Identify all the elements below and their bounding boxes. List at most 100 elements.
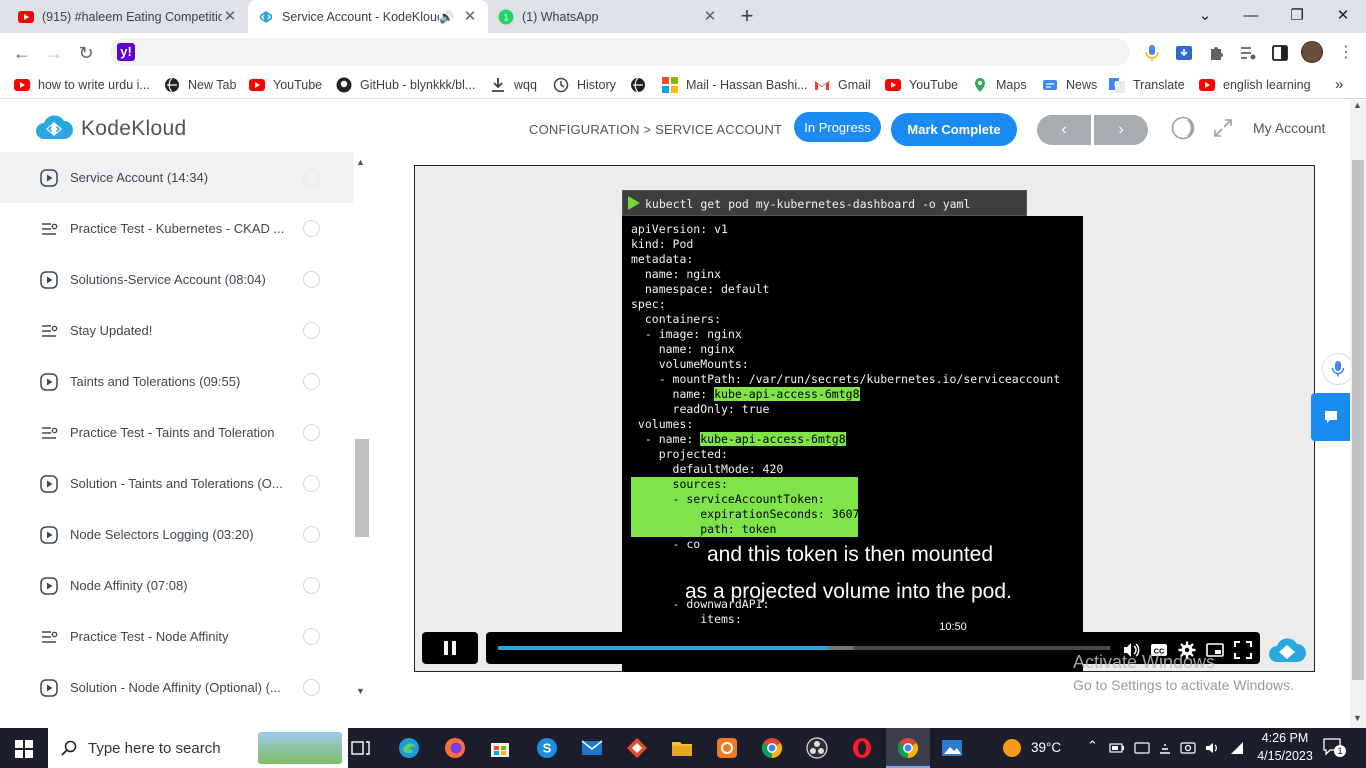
camera-icon[interactable] xyxy=(1180,740,1196,756)
tray-chevron-icon[interactable]: ⌃ xyxy=(1087,738,1098,754)
lesson-status-circle[interactable] xyxy=(303,475,320,492)
bookmark-item[interactable]: Gmail xyxy=(814,76,871,94)
scroll-down-arrow[interactable]: ▼ xyxy=(356,686,365,696)
lesson-item[interactable]: Service Account (14:34) xyxy=(0,152,353,203)
extensions-icon[interactable] xyxy=(1207,44,1225,62)
bookmark-item[interactable]: G Translate xyxy=(1109,76,1185,94)
minimize-button[interactable]: — xyxy=(1241,6,1261,26)
onedrive-icon[interactable] xyxy=(1134,741,1150,755)
fullscreen-icon[interactable] xyxy=(1213,118,1233,138)
lesson-status-circle[interactable] xyxy=(303,169,320,186)
skype-icon[interactable]: S xyxy=(535,736,559,760)
page-scrollbar-thumb[interactable] xyxy=(1352,160,1364,680)
close-tab-icon[interactable]: ✕ xyxy=(462,8,478,25)
lesson-status-circle[interactable] xyxy=(303,220,320,237)
tab-youtube[interactable]: (915) #haleem Eating Competitio ✕ xyxy=(8,0,248,33)
tab-kodekloud[interactable]: Service Account - KodeKloud 🔊 ✕ xyxy=(248,0,488,33)
chat-widget-button[interactable] xyxy=(1311,393,1350,441)
bookmark-item[interactable]: YouTube xyxy=(249,76,322,94)
network-icon[interactable] xyxy=(1157,740,1173,756)
tab-search-icon[interactable]: ⌄ xyxy=(1195,6,1215,26)
kodekloud-logo[interactable]: KodeKloud xyxy=(34,113,186,145)
file-explorer-icon[interactable] xyxy=(670,736,694,760)
next-lesson-button[interactable]: › xyxy=(1094,115,1148,145)
lesson-status-circle[interactable] xyxy=(303,322,320,339)
previous-lesson-button[interactable]: ‹ xyxy=(1037,115,1091,145)
lesson-item[interactable]: Stay Updated! xyxy=(0,305,353,356)
lesson-status-circle[interactable] xyxy=(303,373,320,390)
bookmark-item[interactable] xyxy=(630,76,654,94)
orange-app-icon[interactable] xyxy=(715,736,739,760)
mail-icon[interactable] xyxy=(580,736,604,760)
lesson-status-circle[interactable] xyxy=(303,526,320,543)
reload-button[interactable]: ↻ xyxy=(75,42,97,64)
wifi-icon[interactable] xyxy=(1229,740,1245,756)
page-scroll-down-arrow[interactable]: ▼ xyxy=(1353,713,1362,723)
seek-bar[interactable] xyxy=(498,646,1110,650)
speaker-tray-icon[interactable] xyxy=(1204,740,1220,756)
new-tab-button[interactable]: + xyxy=(737,5,757,27)
lesson-status-circle[interactable] xyxy=(303,679,320,696)
firefox-icon[interactable] xyxy=(443,736,467,760)
lesson-status-circle[interactable] xyxy=(303,424,320,441)
bookmark-item[interactable]: New Tab xyxy=(164,76,236,94)
download-extension-icon[interactable] xyxy=(1175,44,1193,62)
pause-button[interactable] xyxy=(422,632,478,664)
lesson-item[interactable]: Practice Test - Kubernetes - CKAD ... xyxy=(0,203,353,254)
weather-sun-icon[interactable] xyxy=(1002,738,1022,758)
media-controls-icon[interactable] xyxy=(1239,44,1257,62)
in-progress-badge[interactable]: In Progress xyxy=(794,112,881,142)
close-tab-icon[interactable]: ✕ xyxy=(222,8,238,25)
windows-start-icon[interactable] xyxy=(15,740,33,758)
bookmark-item[interactable]: History xyxy=(553,76,616,94)
obs-icon[interactable] xyxy=(805,736,829,760)
back-button[interactable]: ← xyxy=(11,42,33,64)
forward-button[interactable]: → xyxy=(43,42,65,64)
address-bar[interactable]: y! xyxy=(110,38,1130,66)
bookmark-item[interactable]: News xyxy=(1042,76,1097,94)
bookmark-item[interactable]: english learning xyxy=(1199,76,1311,94)
active-chrome-taskbar-item[interactable] xyxy=(886,728,930,768)
photos-icon[interactable] xyxy=(940,736,964,760)
lesson-item[interactable]: Taints and Tolerations (09:55) xyxy=(0,356,353,407)
lesson-item[interactable]: Solution - Taints and Tolerations (O... xyxy=(0,458,353,509)
tab-whatsapp[interactable]: 1 (1) WhatsApp ✕ xyxy=(488,0,728,33)
fullscreen-video-icon[interactable] xyxy=(1234,641,1252,659)
speaker-icon[interactable]: 🔊 xyxy=(439,10,454,24)
microphone-icon[interactable] xyxy=(1143,44,1161,62)
bookmark-item[interactable]: YouTube xyxy=(885,76,958,94)
maximize-button[interactable]: ❐ xyxy=(1287,6,1307,26)
lesson-item[interactable]: Solution - Node Affinity (Optional) (... xyxy=(0,662,353,713)
close-tab-icon[interactable]: ✕ xyxy=(702,8,718,25)
menu-kebab-icon[interactable]: ⋮ xyxy=(1338,42,1354,62)
anydesk-icon[interactable] xyxy=(625,736,649,760)
clock-date[interactable]: 4/15/2023 xyxy=(1254,749,1316,763)
edge-icon[interactable] xyxy=(397,736,421,760)
profile-avatar[interactable] xyxy=(1301,41,1323,63)
scroll-up-arrow[interactable]: ▲ xyxy=(356,157,365,167)
microsoft-store-icon[interactable] xyxy=(488,736,512,760)
lesson-item[interactable]: Solutions-Service Account (08:04) xyxy=(0,254,353,305)
close-window-button[interactable]: ✕ xyxy=(1333,6,1353,26)
my-account-link[interactable]: My Account xyxy=(1253,120,1325,136)
page-scrollbar[interactable]: ▲ ▼ xyxy=(1350,100,1366,728)
weather-temperature[interactable]: 39°C xyxy=(1031,740,1061,755)
battery-icon[interactable] xyxy=(1109,741,1125,755)
clock-time[interactable]: 4:26 PM xyxy=(1258,731,1312,745)
bookmark-item[interactable]: how to write urdu i... xyxy=(14,76,150,94)
lesson-status-circle[interactable] xyxy=(303,577,320,594)
lesson-item[interactable]: Practice Test - Taints and Toleration xyxy=(0,407,353,458)
notification-center-button[interactable]: 1 xyxy=(1322,736,1346,758)
more-bookmarks-icon[interactable]: » xyxy=(1335,76,1343,93)
bookmark-item[interactable]: GitHub - blynkkk/bl... xyxy=(336,76,475,94)
opera-icon[interactable] xyxy=(850,736,874,760)
bookmark-item[interactable]: wqq xyxy=(490,76,537,94)
bookmark-item[interactable]: Maps xyxy=(972,76,1027,94)
page-scroll-up-arrow[interactable]: ▲ xyxy=(1353,100,1362,110)
sidebar-scrollbar[interactable]: ▲ ▼ xyxy=(354,155,370,700)
lesson-item[interactable]: Node Selectors Logging (03:20) xyxy=(0,509,353,560)
lesson-status-circle[interactable] xyxy=(303,271,320,288)
chrome-icon[interactable] xyxy=(760,736,784,760)
lesson-status-circle[interactable] xyxy=(303,628,320,645)
mark-complete-button[interactable]: Mark Complete xyxy=(891,113,1017,146)
